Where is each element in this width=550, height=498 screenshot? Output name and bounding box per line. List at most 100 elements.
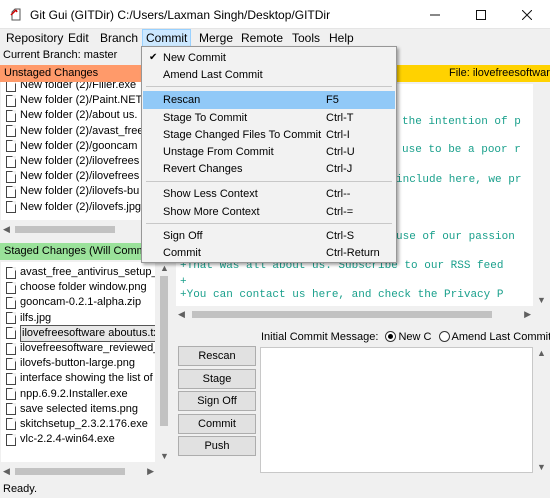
maximize-icon — [476, 9, 486, 20]
menu-item-stage-to-commit[interactable]: Stage To Commit Ctrl-T — [143, 109, 395, 127]
commit-message-input[interactable] — [260, 347, 533, 473]
amend-commit-radio-label[interactable]: Amend Last Commit — [452, 331, 550, 343]
title-bar: Git Gui (GITDir) C:/Users/Laxman Singh/D… — [0, 0, 550, 29]
window-title: Git Gui (GITDir) C:/Users/Laxman Singh/D… — [30, 8, 331, 22]
diff-horizontal-scrollbar[interactable]: ◀ ▶ — [176, 307, 533, 321]
file-list-item[interactable]: npp.6.9.2.Installer.exe — [1, 387, 155, 402]
file-list-item[interactable]: choose folder window.png — [1, 280, 155, 295]
menu-item-stage-changed-files[interactable]: Stage Changed Files To Commit Ctrl-I — [143, 126, 395, 144]
menu-separator — [146, 86, 392, 87]
file-icon — [6, 296, 16, 309]
menu-item-sign-off[interactable]: Sign Off Ctrl-S — [143, 227, 395, 245]
scroll-right-icon[interactable]: ▶ — [147, 466, 154, 477]
file-icon — [6, 433, 16, 446]
rescan-button[interactable]: Rescan — [178, 346, 256, 366]
file-name: skitchsetup_2.3.2.176.exe — [20, 417, 148, 430]
menu-tools[interactable]: Tools — [289, 29, 323, 47]
file-list-item[interactable]: save selected items.png — [1, 402, 155, 417]
diff-line: include here, we pr — [396, 174, 522, 186]
minimize-button[interactable] — [412, 0, 458, 29]
diff-vertical-scrollbar[interactable]: ▼ — [533, 84, 549, 306]
file-name: choose folder window.png — [20, 281, 147, 294]
scroll-down-icon[interactable]: ▼ — [537, 462, 546, 472]
file-list-item[interactable]: New folder (2)/Filler.exe — [1, 82, 155, 93]
file-list-item[interactable]: ilovefreesoftware aboutus.tx — [1, 324, 155, 342]
commit-button[interactable]: Commit — [178, 414, 256, 434]
git-gui-icon — [10, 8, 21, 21]
file-name: ilovefreesoftware aboutus.tx — [20, 324, 155, 342]
file-list-item[interactable]: interface showing the list of — [1, 371, 155, 386]
menu-item-show-more-context[interactable]: Show More Context Ctrl-= — [143, 203, 395, 221]
unstaged-horizontal-scrollbar[interactable]: ◀ ▶ — [1, 222, 156, 236]
new-commit-radio[interactable] — [385, 331, 397, 342]
file-list-item[interactable]: New folder (2)/about us. — [1, 108, 155, 123]
file-icon — [6, 312, 16, 325]
menu-repository[interactable]: Repository — [3, 29, 66, 47]
close-button[interactable] — [504, 0, 550, 29]
scroll-up-icon[interactable]: ▲ — [537, 348, 546, 358]
menu-item-unstage-from-commit[interactable]: Unstage From Commit Ctrl-U — [143, 143, 395, 161]
scrollbar-thumb[interactable] — [15, 226, 115, 233]
file-list-item[interactable]: ilovefreesoftware_reviewed_ — [1, 341, 155, 356]
file-icon — [6, 185, 16, 198]
scrollbar-thumb[interactable] — [160, 276, 168, 426]
menu-help[interactable]: Help — [326, 29, 357, 47]
file-list-item[interactable]: gooncam-0.2.1-alpha.zip — [1, 295, 155, 310]
scroll-up-icon[interactable]: ▲ — [160, 263, 169, 273]
file-icon — [6, 342, 16, 355]
file-list-item[interactable]: vlc-2.2.4-win64.exe — [1, 432, 155, 447]
message-vertical-scrollbar[interactable]: ▲ ▼ — [533, 347, 549, 473]
file-list-item[interactable]: New folder (2)/ilovefrees — [1, 169, 155, 184]
menu-remote[interactable]: Remote — [238, 29, 286, 47]
staged-vertical-scrollbar[interactable]: ▲ ▼ — [156, 262, 172, 462]
menu-branch[interactable]: Branch — [97, 29, 141, 47]
maximize-button[interactable] — [458, 0, 504, 29]
file-list-item[interactable]: ilovefs-button-large.png — [1, 356, 155, 371]
file-icon — [6, 170, 16, 183]
scrollbar-thumb[interactable] — [15, 468, 125, 475]
menu-item-commit[interactable]: Commit Ctrl-Return — [143, 244, 395, 262]
menu-item-revert-changes[interactable]: Revert Changes Ctrl-J — [143, 160, 395, 178]
file-name: save selected items.png — [20, 402, 139, 415]
file-icon — [6, 201, 16, 214]
file-name: New folder (2)/ilovefs-bu — [20, 185, 140, 198]
menu-item-rescan[interactable]: Rescan F5 — [143, 91, 395, 109]
file-list-item[interactable]: skitchsetup_2.3.2.176.exe — [1, 417, 155, 432]
file-list-item[interactable]: New folder (2)/ilovefs.jpg — [1, 200, 155, 215]
menu-edit[interactable]: Edit — [65, 29, 92, 47]
scroll-right-icon[interactable]: ▶ — [524, 309, 531, 320]
file-icon — [6, 140, 16, 153]
staged-horizontal-scrollbar[interactable]: ◀ ▶ — [1, 464, 156, 478]
commit-message-options: Initial Commit Message: New C Amend Last… — [261, 331, 550, 343]
file-list-item[interactable]: New folder (2)/ilovefrees — [1, 154, 155, 169]
menu-bar: Repository Edit Branch Commit Merge Remo… — [0, 29, 550, 47]
menu-merge[interactable]: Merge — [196, 29, 236, 47]
menu-commit[interactable]: Commit — [142, 29, 192, 47]
menu-item-amend-last-commit[interactable]: Amend Last Commit — [143, 66, 395, 84]
file-icon — [6, 327, 16, 340]
push-button[interactable]: Push — [178, 436, 256, 456]
file-list-item[interactable]: avast_free_antivirus_setup_o — [1, 265, 155, 280]
scroll-down-icon[interactable]: ▼ — [160, 451, 169, 461]
file-list-item[interactable]: New folder (2)/avast_free — [1, 124, 155, 139]
new-commit-radio-label[interactable]: New C — [398, 331, 431, 343]
file-list-item[interactable]: New folder (2)/ilovefs-bu — [1, 184, 155, 199]
scroll-left-icon[interactable]: ◀ — [3, 466, 10, 477]
file-list-item[interactable]: New folder (2)/Paint.NET — [1, 93, 155, 108]
menu-item-show-less-context[interactable]: Show Less Context Ctrl-- — [143, 185, 395, 203]
scroll-left-icon[interactable]: ◀ — [3, 224, 10, 235]
menu-item-new-commit[interactable]: ✔ New Commit — [143, 49, 395, 67]
diff-line: the intention of p — [402, 116, 521, 128]
diff-line: +You can contact us here, and check the … — [180, 289, 504, 301]
scroll-left-icon[interactable]: ◀ — [178, 309, 185, 320]
file-name: vlc-2.2.4-win64.exe — [20, 433, 115, 446]
unstaged-file-list: New folder (2)/Filler.exe New folder (2)/… — [1, 82, 155, 220]
stage-changed-button[interactable]: Stage Changed — [178, 369, 256, 403]
file-name: interface showing the list of — [20, 372, 153, 385]
sign-off-button[interactable]: Sign Off — [178, 391, 256, 411]
file-list-item[interactable]: New folder (2)/gooncam — [1, 139, 155, 154]
amend-commit-radio[interactable] — [438, 331, 450, 342]
scroll-down-icon[interactable]: ▼ — [537, 295, 546, 305]
file-list-item[interactable]: ilfs.jpg — [1, 311, 155, 326]
scrollbar-thumb[interactable] — [192, 311, 492, 318]
